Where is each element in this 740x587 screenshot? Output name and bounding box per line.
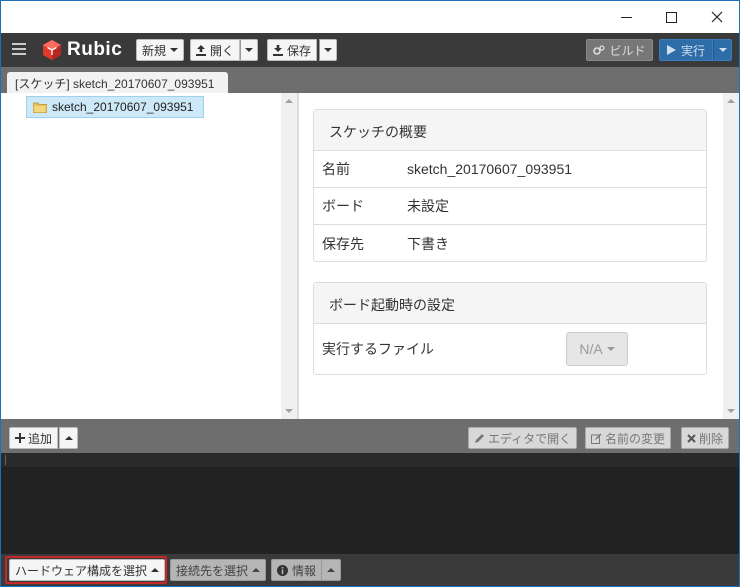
row-key: 保存先 — [322, 235, 364, 252]
console-header — [1, 453, 739, 467]
maximize-button[interactable] — [649, 1, 694, 33]
scroll-up-icon — [727, 99, 735, 103]
chevron-down-icon — [245, 48, 253, 52]
new-button-label: 新規 — [142, 43, 167, 58]
upload-icon — [196, 44, 206, 56]
pencil-icon — [475, 433, 484, 443]
add-button[interactable]: 追加 — [9, 427, 59, 449]
download-icon — [273, 44, 283, 56]
exec-file-label: 実行するファイル — [322, 341, 434, 357]
close-icon — [711, 11, 722, 23]
info-dropdown-toggle[interactable] — [321, 559, 341, 581]
tab-sketch[interactable]: [スケッチ] sketch_20170607_093951 — [7, 72, 228, 93]
overview-panel: スケッチの概要 名前 sketch_20170607_093951 ボード 未設… — [313, 109, 707, 262]
close-icon — [687, 433, 696, 443]
select-connection-button[interactable]: 接続先を選択 — [170, 559, 267, 581]
add-dropdown-toggle[interactable] — [59, 427, 78, 449]
overview-row: ボード 未設定 — [314, 188, 706, 225]
delete-label: 削除 — [699, 431, 724, 446]
play-icon — [666, 45, 676, 55]
save-button-label: 保存 — [287, 43, 312, 58]
select-connection-label: 接続先を選択 — [176, 563, 249, 578]
save-location-value: 下書き — [407, 235, 449, 252]
info-icon — [277, 564, 288, 576]
row-key: 名前 — [322, 161, 350, 177]
boot-settings-panel: ボード起動時の設定 実行するファイル N/A — [313, 282, 707, 375]
close-button[interactable] — [694, 1, 739, 33]
scroll-up-icon — [285, 99, 293, 103]
build-button[interactable]: ビルド — [586, 39, 653, 61]
chevron-up-icon — [327, 568, 335, 572]
chevron-down-icon — [170, 48, 179, 52]
folder-icon — [33, 102, 47, 113]
minimize-button[interactable] — [604, 1, 649, 33]
detail-scrollbar[interactable] — [723, 93, 739, 419]
scroll-down-icon — [285, 409, 293, 413]
sketch-name-value: sketch_20170607_093951 — [407, 161, 573, 177]
scroll-down-icon — [727, 409, 735, 413]
boot-settings-title: ボード起動時の設定 — [314, 283, 706, 324]
text-cursor — [5, 455, 6, 465]
tab-strip: [スケッチ] sketch_20170607_093951 — [1, 67, 739, 93]
gears-icon — [593, 44, 606, 55]
main-toolbar: Rubic 新規 開く 保存 ビルド 実行 — [1, 33, 739, 67]
add-button-label: 追加 — [28, 431, 53, 446]
save-dropdown-toggle[interactable] — [319, 39, 337, 61]
tree-item-sketch[interactable]: sketch_20170607_093951 — [26, 96, 204, 118]
plus-icon — [15, 433, 25, 443]
open-dropdown-toggle[interactable] — [240, 39, 258, 61]
chevron-down-icon — [718, 48, 727, 52]
chevron-up-icon — [64, 436, 73, 440]
tree-scrollbar[interactable] — [281, 93, 297, 419]
overview-title: スケッチの概要 — [314, 110, 706, 151]
rename-button[interactable]: 名前の変更 — [585, 427, 672, 449]
rubic-logo-icon — [43, 40, 61, 60]
status-bar: ハードウェア構成を選択 接続先を選択 情報 — [1, 554, 739, 586]
run-button-label: 実行 — [680, 43, 705, 58]
info-button[interactable]: 情報 — [271, 559, 323, 581]
new-button[interactable]: 新規 — [136, 39, 185, 61]
open-in-editor-label: エディタで開く — [488, 431, 572, 446]
rename-label: 名前の変更 — [605, 431, 666, 446]
detail-pane: スケッチの概要 名前 sketch_20170607_093951 ボード 未設… — [299, 93, 723, 419]
hamburger-icon[interactable] — [12, 43, 26, 56]
open-button-label: 開く — [210, 43, 235, 58]
info-label: 情報 — [292, 563, 317, 578]
edit-icon — [591, 433, 602, 444]
row-key: ボード — [322, 198, 364, 214]
app-window: Rubic 新規 開く 保存 ビルド 実行 [スケッチ] sketch_2017… — [0, 0, 740, 587]
minimize-icon — [621, 16, 632, 18]
save-button[interactable]: 保存 — [267, 39, 318, 61]
run-dropdown-toggle[interactable] — [713, 39, 732, 61]
exec-file-select[interactable]: N/A — [566, 332, 628, 366]
chevron-down-icon — [324, 48, 332, 52]
exec-file-value: N/A — [579, 341, 603, 357]
maximize-icon — [666, 11, 677, 23]
board-value: 未設定 — [407, 198, 449, 214]
file-action-bar: 追加 エディタで開く 名前の変更 削除 — [1, 419, 739, 453]
chevron-down-icon — [606, 347, 615, 351]
build-button-label: ビルド — [609, 43, 646, 58]
overview-row: 保存先 下書き — [314, 225, 706, 262]
run-button[interactable]: 実行 — [659, 39, 713, 61]
open-button[interactable]: 開く — [190, 39, 241, 61]
output-console[interactable] — [1, 453, 739, 554]
app-logo-text: Rubic — [67, 39, 123, 60]
selection-highlight — [5, 556, 167, 584]
tree-item-label: sketch_20170607_093951 — [52, 100, 194, 114]
chevron-up-icon — [252, 568, 261, 572]
delete-button[interactable]: 削除 — [681, 427, 730, 449]
open-in-editor-button[interactable]: エディタで開く — [468, 427, 578, 449]
overview-row: 名前 sketch_20170607_093951 — [314, 151, 706, 188]
file-tree: sketch_20170607_093951 — [1, 93, 281, 419]
title-bar — [1, 1, 739, 33]
